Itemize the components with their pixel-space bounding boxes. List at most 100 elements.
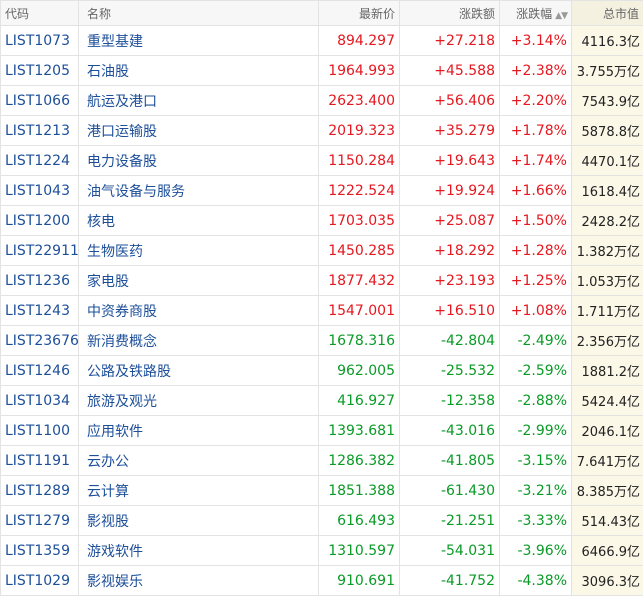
table-row[interactable]: LIST23676新消费概念1678.316-42.804-2.49%2.356… [1,326,643,356]
cell-code[interactable]: LIST1289 [1,476,79,506]
cell-pct: +2.38% [500,56,572,86]
cell-price: 962.005 [319,356,400,386]
table-row[interactable]: LIST1029影视娱乐910.691-41.752-4.38%3096.3亿 [1,566,643,596]
cell-price: 2623.400 [319,86,400,116]
cell-code[interactable]: LIST1200 [1,206,79,236]
table-row[interactable]: LIST1246公路及铁路股962.005-25.532-2.59%1881.2… [1,356,643,386]
cell-code[interactable]: LIST1236 [1,266,79,296]
cell-name[interactable]: 港口运输股 [79,116,319,146]
table-row[interactable]: LIST1205石油股1964.993+45.588+2.38%3.755万亿 [1,56,643,86]
cell-change: -41.752 [400,566,500,596]
sort-icon[interactable]: ▲▼ [555,11,567,21]
cell-name[interactable]: 云办公 [79,446,319,476]
header-row: 代码 名称 最新价 涨跌额 涨跌幅▲▼ 总市值 [1,1,643,26]
cell-pct: -2.49% [500,326,572,356]
cell-price: 1450.285 [319,236,400,266]
cell-name[interactable]: 石油股 [79,56,319,86]
cell-name[interactable]: 影视股 [79,506,319,536]
table-row[interactable]: LIST1279影视股616.493-21.251-3.33%514.43亿 [1,506,643,536]
cell-name[interactable]: 油气设备与服务 [79,176,319,206]
cell-code[interactable]: LIST1213 [1,116,79,146]
cell-change: -21.251 [400,506,500,536]
cell-price: 416.927 [319,386,400,416]
cell-name[interactable]: 旅游及观光 [79,386,319,416]
table-row[interactable]: LIST22911生物医药1450.285+18.292+1.28%1.382万… [1,236,643,266]
cell-pct: +1.78% [500,116,572,146]
cell-code[interactable]: LIST1034 [1,386,79,416]
column-header-pct[interactable]: 涨跌幅▲▼ [500,1,572,26]
cell-cap: 7543.9亿 [572,86,643,116]
column-header-code[interactable]: 代码 [1,1,79,26]
cell-code[interactable]: LIST1205 [1,56,79,86]
cell-pct: -2.59% [500,356,572,386]
cell-code[interactable]: LIST1224 [1,146,79,176]
table-row[interactable]: LIST1236家电股1877.432+23.193+1.25%1.053万亿 [1,266,643,296]
cell-name[interactable]: 游戏软件 [79,536,319,566]
cell-code[interactable]: LIST1043 [1,176,79,206]
cell-name[interactable]: 新消费概念 [79,326,319,356]
column-header-cap[interactable]: 总市值 [572,1,643,26]
cell-name[interactable]: 云计算 [79,476,319,506]
cell-code[interactable]: LIST1066 [1,86,79,116]
cell-change: -25.532 [400,356,500,386]
cell-change: +19.924 [400,176,500,206]
column-header-price[interactable]: 最新价 [319,1,400,26]
cell-change: -61.430 [400,476,500,506]
cell-code[interactable]: LIST22911 [1,236,79,266]
cell-name[interactable]: 电力设备股 [79,146,319,176]
cell-code[interactable]: LIST23676 [1,326,79,356]
cell-pct: -3.21% [500,476,572,506]
cell-cap: 4116.3亿 [572,26,643,56]
cell-cap: 6466.9亿 [572,536,643,566]
table-row[interactable]: LIST1200核电1703.035+25.087+1.50%2428.2亿 [1,206,643,236]
cell-code[interactable]: LIST1359 [1,536,79,566]
cell-name[interactable]: 核电 [79,206,319,236]
cell-cap: 1881.2亿 [572,356,643,386]
table-row[interactable]: LIST1100应用软件1393.681-43.016-2.99%2046.1亿 [1,416,643,446]
cell-name[interactable]: 重型基建 [79,26,319,56]
table-row[interactable]: LIST1289云计算1851.388-61.430-3.21%8.385万亿 [1,476,643,506]
cell-name[interactable]: 中资券商股 [79,296,319,326]
cell-pct: +1.66% [500,176,572,206]
cell-name[interactable]: 影视娱乐 [79,566,319,596]
cell-price: 1851.388 [319,476,400,506]
cell-cap: 2046.1亿 [572,416,643,446]
table-row[interactable]: LIST1213港口运输股2019.323+35.279+1.78%5878.8… [1,116,643,146]
cell-name[interactable]: 应用软件 [79,416,319,446]
table-row[interactable]: LIST1243中资券商股1547.001+16.510+1.08%1.711万… [1,296,643,326]
cell-code[interactable]: LIST1246 [1,356,79,386]
cell-pct: -4.38% [500,566,572,596]
cell-price: 1877.432 [319,266,400,296]
cell-code[interactable]: LIST1073 [1,26,79,56]
table-row[interactable]: LIST1034旅游及观光416.927-12.358-2.88%5424.4亿 [1,386,643,416]
table-row[interactable]: LIST1066航运及港口2623.400+56.406+2.20%7543.9… [1,86,643,116]
cell-pct: +3.14% [500,26,572,56]
cell-pct: +1.50% [500,206,572,236]
table-row[interactable]: LIST1191云办公1286.382-41.805-3.15%7.641万亿 [1,446,643,476]
table-row[interactable]: LIST1359游戏软件1310.597-54.031-3.96%6466.9亿 [1,536,643,566]
cell-change: +18.292 [400,236,500,266]
cell-code[interactable]: LIST1100 [1,416,79,446]
cell-code[interactable]: LIST1191 [1,446,79,476]
table-row[interactable]: LIST1224电力设备股1150.284+19.643+1.74%4470.1… [1,146,643,176]
cell-price: 2019.323 [319,116,400,146]
cell-code[interactable]: LIST1243 [1,296,79,326]
cell-name[interactable]: 生物医药 [79,236,319,266]
cell-name[interactable]: 家电股 [79,266,319,296]
cell-code[interactable]: LIST1279 [1,506,79,536]
column-header-name[interactable]: 名称 [79,1,319,26]
cell-name[interactable]: 航运及港口 [79,86,319,116]
cell-pct: +2.20% [500,86,572,116]
cell-code[interactable]: LIST1029 [1,566,79,596]
table-row[interactable]: LIST1043油气设备与服务1222.524+19.924+1.66%1618… [1,176,643,206]
table-row[interactable]: LIST1073重型基建894.297+27.218+3.14%4116.3亿 [1,26,643,56]
cell-price: 1310.597 [319,536,400,566]
cell-change: +19.643 [400,146,500,176]
cell-change: +35.279 [400,116,500,146]
cell-cap: 1.053万亿 [572,266,643,296]
column-header-change[interactable]: 涨跌额 [400,1,500,26]
cell-change: -12.358 [400,386,500,416]
cell-change: +23.193 [400,266,500,296]
cell-name[interactable]: 公路及铁路股 [79,356,319,386]
cell-price: 1222.524 [319,176,400,206]
